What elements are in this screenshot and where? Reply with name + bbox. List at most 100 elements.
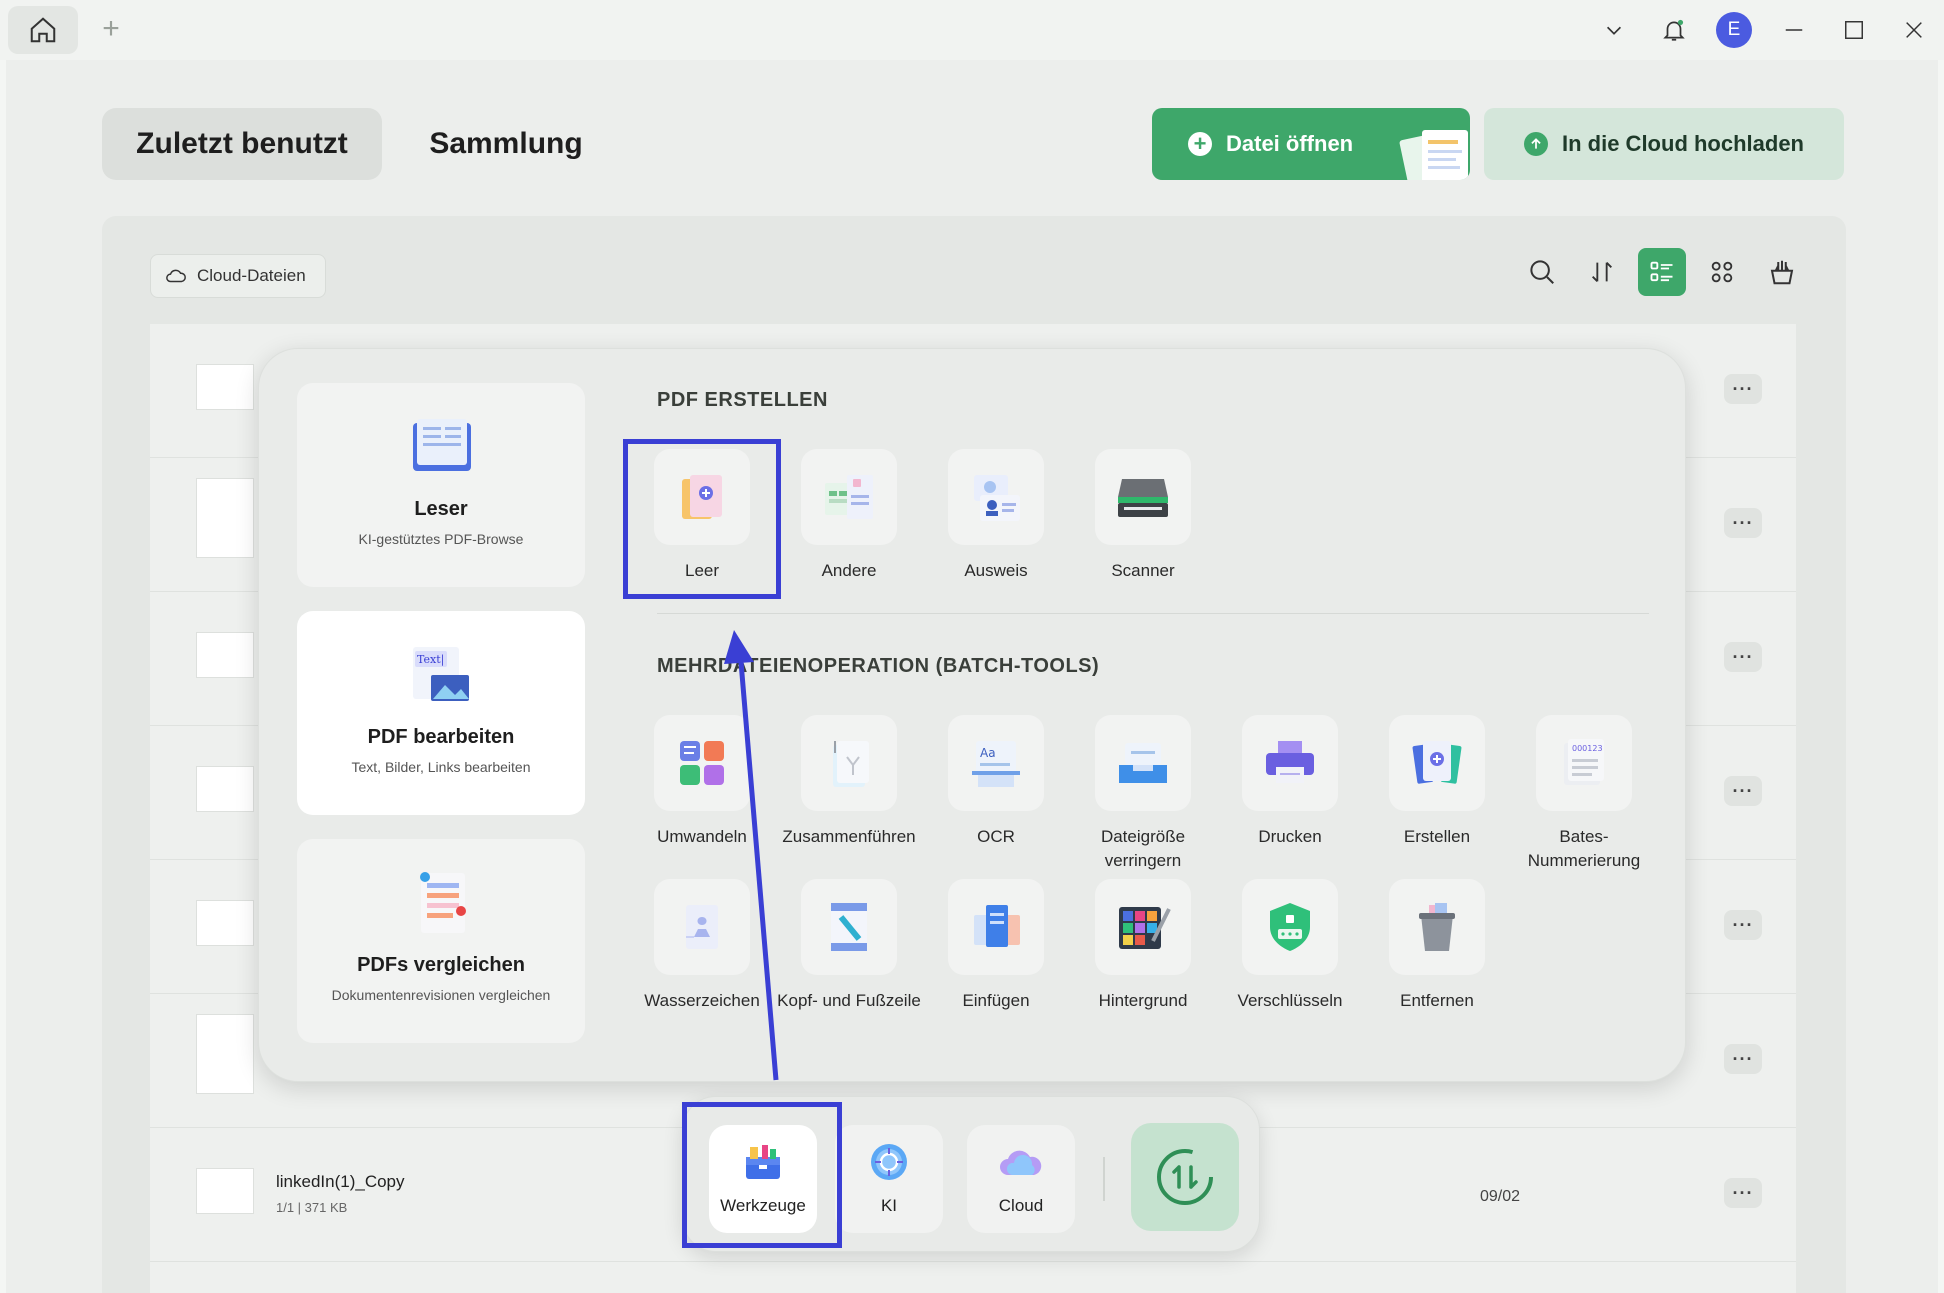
- tool-label: Zusammenführen: [782, 827, 916, 846]
- notifications-button[interactable]: [1644, 0, 1704, 60]
- encrypt-icon: [1270, 903, 1310, 951]
- tool-label: Leer: [684, 561, 720, 580]
- insert-icon: [974, 905, 1020, 947]
- file-thumbnail: [196, 766, 254, 812]
- dock-convert-button[interactable]: [1131, 1123, 1239, 1231]
- tool-scanner[interactable]: Scanner: [1070, 449, 1216, 583]
- list-view-button[interactable]: [1638, 248, 1686, 296]
- more-options-button[interactable]: ···: [1724, 642, 1762, 672]
- compare-pdf-card[interactable]: PDFs vergleichen Dokumentenrevisionen ve…: [297, 839, 585, 1043]
- dock-cloud-button[interactable]: Cloud: [967, 1125, 1075, 1233]
- open-file-button[interactable]: + Datei öffnen: [1152, 108, 1470, 180]
- tool-create[interactable]: Erstellen: [1364, 715, 1510, 849]
- dock-tools-button[interactable]: Werkzeuge: [709, 1125, 817, 1233]
- dropdown-button[interactable]: [1584, 0, 1644, 60]
- tool-background[interactable]: Hintergrund: [1070, 879, 1216, 1013]
- edit-pdf-title: PDF bearbeiten: [367, 726, 515, 748]
- tab-collection[interactable]: Sammlung: [406, 108, 606, 180]
- edit-text-icon: Text|: [413, 647, 469, 701]
- plus-circle-icon: +: [1188, 132, 1212, 156]
- minimize-icon: [1785, 29, 1803, 31]
- more-options-button[interactable]: ···: [1724, 910, 1762, 940]
- tool-remove[interactable]: Entfernen: [1364, 879, 1510, 1013]
- tool-label: Bates-Nummerierung: [1527, 827, 1641, 870]
- tool-bates[interactable]: 000123 Bates-Nummerierung: [1511, 715, 1657, 873]
- bates-icon: 000123: [1564, 739, 1604, 785]
- tool-other[interactable]: Andere: [776, 449, 922, 583]
- section-divider: [657, 613, 1649, 614]
- tool-blank[interactable]: Leer: [629, 449, 775, 583]
- scanner-icon: [1118, 479, 1168, 517]
- svg-text:000123: 000123: [1572, 744, 1603, 753]
- bottom-dock: Werkzeuge KI Cloud: [682, 1096, 1260, 1252]
- minimize-button[interactable]: [1764, 0, 1824, 60]
- close-button[interactable]: [1884, 0, 1944, 60]
- more-options-button[interactable]: ···: [1724, 1044, 1762, 1074]
- tool-merge[interactable]: Zusammenführen: [776, 715, 922, 849]
- more-options-button[interactable]: ···: [1724, 374, 1762, 404]
- tool-encrypt[interactable]: Verschlüsseln: [1217, 879, 1363, 1013]
- svg-text:Text|: Text|: [417, 653, 444, 667]
- upload-cloud-button[interactable]: In die Cloud hochladen: [1484, 108, 1844, 180]
- tool-watermark[interactable]: Wasserzeichen: [629, 879, 775, 1013]
- other-docs-icon: [825, 475, 873, 519]
- tool-header-footer[interactable]: Kopf- und Fußzeile: [776, 879, 922, 1013]
- tool-label: Scanner: [1111, 561, 1175, 580]
- file-thumbnail: [196, 478, 254, 558]
- reader-card[interactable]: Leser KI-gestütztes PDF-Browse: [297, 383, 585, 587]
- home-button[interactable]: [8, 6, 78, 54]
- more-options-button[interactable]: ···: [1724, 1178, 1762, 1208]
- trash-icon: [1419, 903, 1455, 951]
- tool-label: OCR: [977, 827, 1015, 846]
- tool-convert[interactable]: Umwandeln: [629, 715, 775, 849]
- dock-ai-button[interactable]: KI: [835, 1125, 943, 1233]
- watermark-icon: [686, 905, 718, 949]
- compare-pdf-subtitle: Dokumentenrevisionen vergleichen: [331, 987, 551, 1003]
- cloud-files-filter[interactable]: Cloud-Dateien: [150, 254, 326, 298]
- basket-icon: [1770, 260, 1794, 285]
- compare-docs-icon: [420, 872, 466, 933]
- ai-icon: [871, 1144, 907, 1180]
- file-thumbnail: [196, 1168, 254, 1214]
- upload-cloud-label: In die Cloud hochladen: [1562, 131, 1804, 156]
- id-card-icon: [974, 475, 1020, 521]
- grid-view-button[interactable]: [1698, 248, 1746, 296]
- new-tab-button[interactable]: +: [96, 12, 126, 45]
- sort-button[interactable]: [1578, 248, 1626, 296]
- search-button[interactable]: [1518, 248, 1566, 296]
- file-date: 09/02: [1480, 1188, 1521, 1205]
- tool-id-card[interactable]: Ausweis: [923, 449, 1069, 583]
- file-thumbnail: [196, 900, 254, 946]
- ocr-icon: Aa: [972, 741, 1020, 787]
- tool-compress[interactable]: Dateigröße verringern: [1070, 715, 1216, 873]
- merge-icon: [833, 741, 869, 787]
- more-options-button[interactable]: ···: [1724, 508, 1762, 538]
- svg-text:Aa: Aa: [980, 746, 996, 760]
- grid-view-icon: [1711, 261, 1733, 283]
- compress-icon: [1119, 743, 1167, 783]
- cloud-icon: [166, 269, 186, 283]
- tool-label: Verschlüsseln: [1237, 991, 1343, 1010]
- create-icon: [1412, 741, 1462, 784]
- batch-section-title: MEHRDATEIENOPERATION (BATCH-TOOLS): [657, 655, 1100, 677]
- tab-recent[interactable]: Zuletzt benutzt: [102, 108, 382, 180]
- background-icon: [1119, 907, 1171, 949]
- file-meta: 1/1 | 371 KB: [276, 1200, 348, 1215]
- tool-print[interactable]: Drucken: [1217, 715, 1363, 849]
- maximize-icon: [1845, 21, 1863, 39]
- tool-insert[interactable]: Einfügen: [923, 879, 1069, 1013]
- tool-ocr[interactable]: Aa OCR: [923, 715, 1069, 849]
- home-icon: [30, 17, 56, 43]
- tool-label: Umwandeln: [657, 827, 747, 846]
- file-thumbnail: [196, 632, 254, 678]
- file-thumbnail: [196, 364, 254, 410]
- cloud-files-label: Cloud-Dateien: [197, 266, 306, 285]
- maximize-button[interactable]: [1824, 0, 1884, 60]
- edit-pdf-card[interactable]: Text| PDF bearbeiten Text, Bilder, Links…: [297, 611, 585, 815]
- printer-icon: [1266, 741, 1314, 783]
- avatar: E: [1716, 12, 1752, 48]
- more-options-button[interactable]: ···: [1724, 776, 1762, 806]
- clear-button[interactable]: [1758, 248, 1806, 296]
- user-avatar-button[interactable]: E: [1704, 0, 1764, 60]
- tool-label: Dateigröße verringern: [1100, 827, 1186, 870]
